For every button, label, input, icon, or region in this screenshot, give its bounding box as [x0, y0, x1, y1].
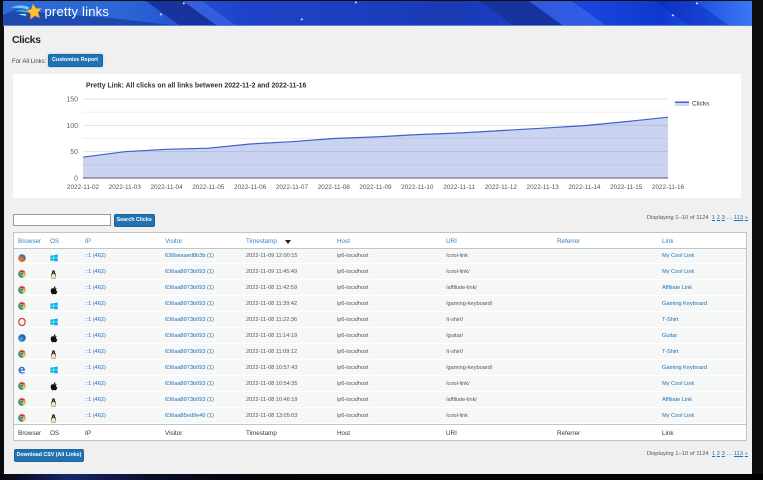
svg-text:2022-11-14: 2022-11-14 — [568, 184, 601, 191]
svg-text:100: 100 — [66, 122, 78, 129]
svg-text:2022-11-10: 2022-11-10 — [401, 184, 434, 191]
svg-text:Pretty Link: All clicks on all: Pretty Link: All clicks on all links bet… — [86, 82, 307, 89]
svg-text:2022-11-06: 2022-11-06 — [234, 184, 267, 191]
svg-text:2022-11-11: 2022-11-11 — [443, 184, 475, 191]
svg-text:2022-11-12: 2022-11-12 — [485, 184, 518, 191]
svg-text:2022-11-16: 2022-11-16 — [652, 184, 685, 191]
svg-text:2022-11-08: 2022-11-08 — [318, 184, 351, 191]
svg-text:2022-11-03: 2022-11-03 — [109, 184, 142, 191]
svg-text:2022-11-09: 2022-11-09 — [359, 184, 392, 191]
svg-text:Clicks: Clicks — [692, 100, 710, 107]
svg-text:2022-11-04: 2022-11-04 — [150, 184, 183, 191]
svg-text:0: 0 — [74, 175, 78, 182]
svg-text:2022-11-15: 2022-11-15 — [610, 184, 643, 191]
svg-text:2022-11-02: 2022-11-02 — [67, 184, 100, 191]
svg-text:2022-11-13: 2022-11-13 — [527, 184, 560, 191]
svg-text:2022-11-05: 2022-11-05 — [192, 184, 225, 191]
svg-text:50: 50 — [70, 149, 78, 156]
svg-text:2022-11-07: 2022-11-07 — [276, 184, 309, 191]
svg-text:150: 150 — [66, 96, 78, 103]
